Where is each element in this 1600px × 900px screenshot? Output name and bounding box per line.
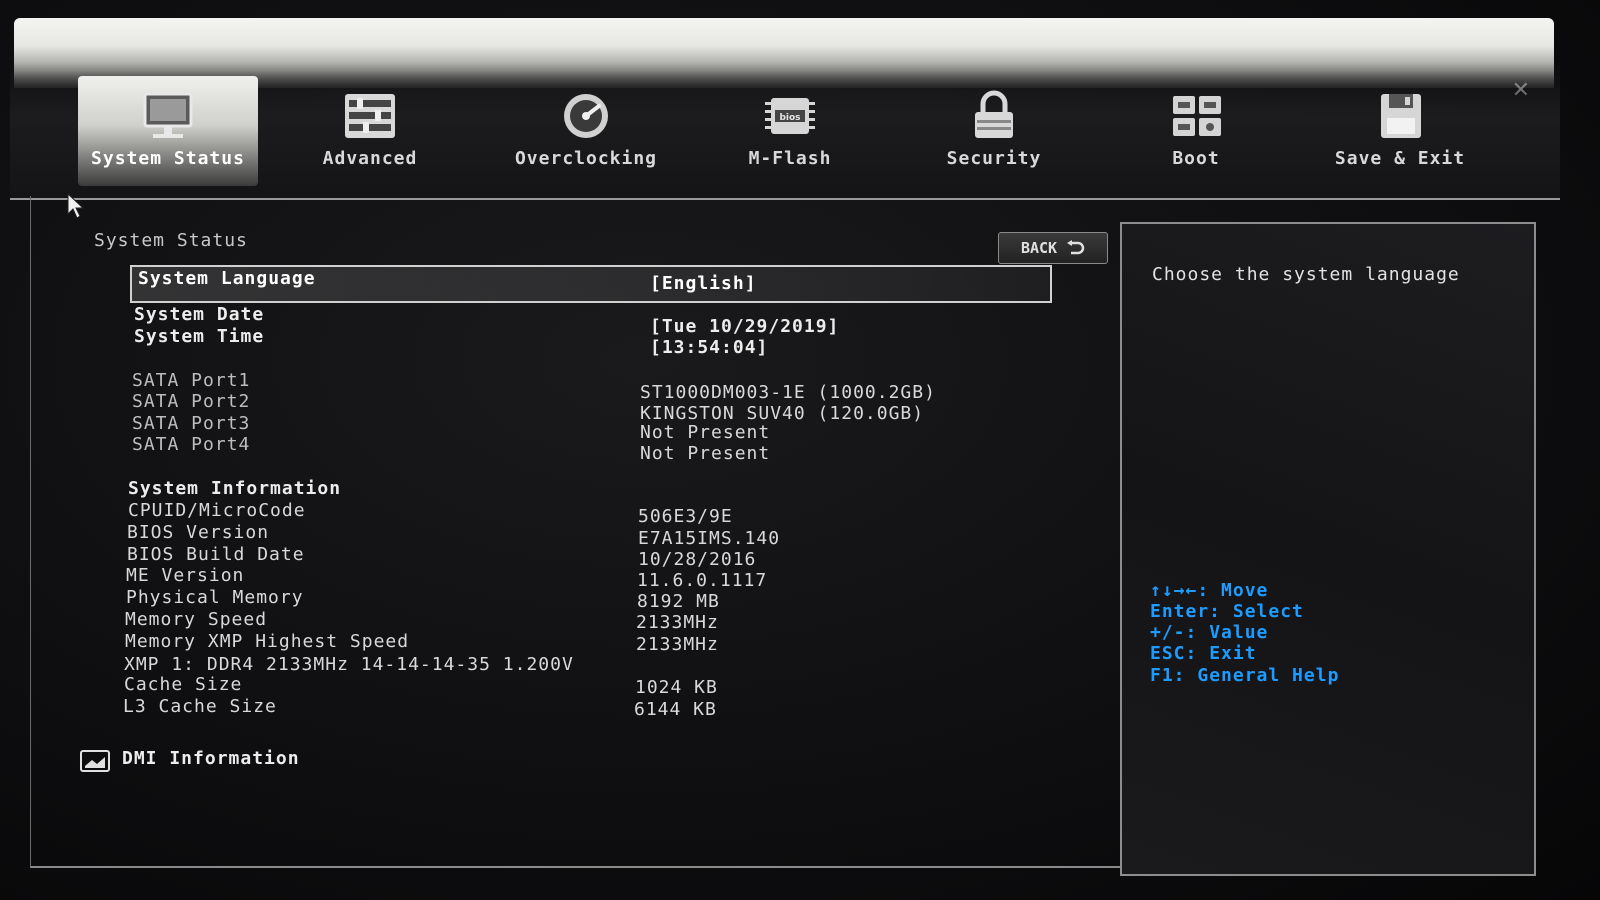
info-value: 2133MHz — [636, 634, 719, 655]
info-label: Physical Memory — [126, 587, 304, 608]
help-key-general-help: F1: General Help — [1150, 665, 1339, 686]
sata-port-value: Not Present — [640, 443, 771, 464]
sata-port-label: SATA Port1 — [132, 370, 251, 391]
tab-label: M-Flash — [748, 148, 832, 169]
help-key-select: Enter: Select — [1150, 601, 1304, 622]
info-label: Memory XMP Highest Speed — [125, 631, 410, 652]
tab-label: Advanced — [322, 148, 418, 169]
tab-m-flash[interactable]: bios M-Flash — [700, 76, 880, 186]
floppy-disk-icon — [1381, 94, 1421, 138]
system-time-label: System Time — [134, 326, 265, 347]
info-label: ME Version — [126, 565, 245, 586]
dmi-card-icon — [80, 750, 110, 772]
key-label: F1: — [1150, 665, 1186, 686]
sata-port-label: SATA Port2 — [132, 391, 251, 412]
key-action: Value — [1209, 622, 1269, 643]
key-label: Enter: — [1150, 601, 1222, 622]
back-button[interactable]: BACK — [998, 232, 1108, 264]
help-key-exit: ESC: Exit — [1150, 643, 1257, 664]
sata-port-label: SATA Port3 — [132, 413, 251, 434]
tab-save-exit[interactable]: Save & Exit — [1310, 76, 1490, 186]
info-value: 11.6.0.1117 — [637, 570, 768, 591]
help-description: Choose the system language — [1152, 264, 1460, 285]
lock-icon — [975, 90, 1013, 138]
tab-security[interactable]: Security — [904, 76, 1084, 186]
info-label: Cache Size — [124, 674, 243, 695]
info-value: 8192 MB — [637, 591, 720, 612]
back-label: BACK — [1020, 239, 1058, 257]
system-information-title: System Information — [128, 478, 342, 499]
dmi-information-label: DMI Information — [122, 748, 300, 769]
bios-screen: ✕ System Status Advanced — [0, 0, 1600, 900]
tab-label: Overclocking — [514, 148, 658, 169]
info-label: L3 Cache Size — [123, 696, 277, 717]
system-language-label: System Language — [138, 268, 316, 289]
bios-chip-icon: bios — [765, 98, 815, 134]
tab-bar: System Status Advanced Overclocking bios… — [10, 62, 1560, 200]
sata-port-value: Not Present — [640, 422, 771, 443]
system-language-value: [English] — [650, 273, 757, 294]
key-action: Select — [1232, 601, 1304, 622]
tab-advanced[interactable]: Advanced — [280, 76, 460, 186]
sata-port-value: ST1000DM003-1E (1000.2GB) — [640, 382, 936, 403]
system-date-label: System Date — [134, 304, 265, 325]
tab-label: Save & Exit — [1334, 148, 1466, 169]
info-label: CPUID/MicroCode — [128, 500, 306, 521]
help-panel — [1120, 222, 1536, 876]
sata-port-value: KINGSTON SUV40 (120.0GB) — [640, 403, 925, 424]
tab-label: Boot — [1172, 148, 1220, 169]
tab-label: Security — [946, 148, 1042, 169]
key-label: ESC: — [1150, 643, 1198, 664]
key-label: +/-: — [1150, 622, 1198, 643]
key-action: General Help — [1197, 665, 1340, 686]
info-value: 1024 KB — [635, 677, 718, 698]
help-key-move: ↑↓→←: Move — [1150, 580, 1268, 601]
info-label: BIOS Build Date — [127, 544, 305, 565]
key-action: Move — [1221, 580, 1269, 601]
xmp-profile-line: XMP 1: DDR4 2133MHz 14-14-14-35 1.200V — [124, 654, 574, 675]
info-value: 2133MHz — [636, 612, 719, 633]
boot-icon — [1173, 96, 1221, 136]
system-date-value[interactable]: [Tue 10/29/2019] — [650, 316, 839, 337]
monitor-icon — [143, 92, 193, 138]
info-value: 506E3/9E — [638, 506, 733, 527]
key-action: Exit — [1209, 643, 1257, 664]
key-label: ↑↓→←: — [1150, 580, 1210, 601]
mouse-cursor-icon — [67, 192, 85, 219]
tab-system-status[interactable]: System Status — [78, 76, 258, 186]
info-label: Memory Speed — [125, 609, 268, 630]
info-label: BIOS Version — [127, 522, 270, 543]
svg-text:bios: bios — [779, 113, 800, 123]
help-key-value: +/-: Value — [1150, 622, 1268, 643]
system-time-value[interactable]: [13:54:04] — [650, 337, 768, 358]
info-value: 6144 KB — [634, 699, 717, 720]
section-title: System Status — [94, 230, 248, 251]
gauge-icon — [564, 94, 608, 138]
info-value: 10/28/2016 — [638, 549, 757, 570]
advanced-settings-icon — [345, 94, 395, 138]
sata-port-label: SATA Port4 — [132, 434, 251, 455]
tab-overclocking[interactable]: Overclocking — [496, 76, 676, 186]
info-value: E7A15IMS.140 — [638, 528, 781, 549]
tab-label: System Status — [91, 148, 245, 169]
system-language-row[interactable]: System Language [English] — [130, 265, 1052, 303]
tab-boot[interactable]: Boot — [1106, 76, 1286, 186]
back-arrow-icon — [1067, 240, 1085, 255]
